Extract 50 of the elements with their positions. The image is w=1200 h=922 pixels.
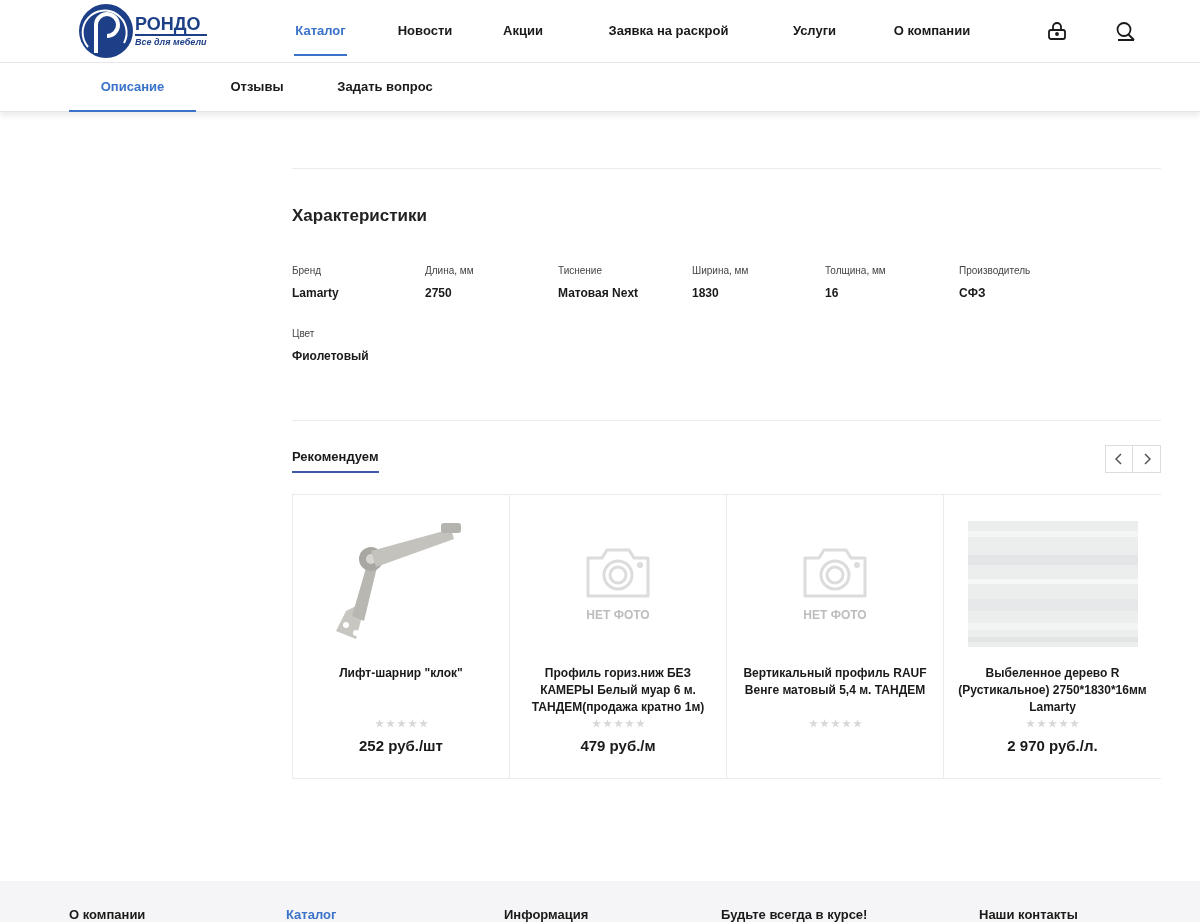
nav-link[interactable]: О компании <box>891 0 973 63</box>
tab[interactable]: Задать вопрос <box>318 63 452 112</box>
product-card[interactable]: НЕТ ФОТО Вертикальный профиль RAUF Венге матовый 5,4 м. ТАНДЕМ <box>727 494 944 778</box>
tab[interactable]: Отзывы <box>196 63 318 112</box>
lock-icon[interactable] <box>1047 21 1067 41</box>
chevron-left-icon <box>1115 452 1123 465</box>
search-icon[interactable] <box>1115 21 1135 41</box>
chevron-right-icon <box>1142 452 1151 465</box>
product-card[interactable]: НЕТ ФОТО Профиль гориз.ниж БЕЗ КАМЕРЫ Белый муар 6 м. ТАНДЕМ(продажа кратно 1м) 479 руб./м <box>510 494 727 778</box>
nav-link[interactable]: Услуги <box>792 0 837 63</box>
tab[interactable]: Описание <box>69 63 196 112</box>
logo-name: РОНДО <box>135 15 207 36</box>
footer-heading: Наши контакты <box>979 907 1079 922</box>
logo-icon <box>78 3 134 59</box>
spec-value: 1830 <box>692 284 720 302</box>
footer-heading[interactable]: Каталог <box>286 907 504 922</box>
product-name[interactable]: Профиль гориз.ниж БЕЗ КАМЕРЫ Белый муар 6 м. ТАНДЕМ(продажа кратно 1м) <box>510 664 726 716</box>
product-price: 2 970 руб./л. <box>1007 735 1098 756</box>
spec-label: Толщина, мм <box>825 263 887 278</box>
no-photo-label: НЕТ ФОТО <box>803 606 867 624</box>
spec-label: Цвет <box>292 326 316 341</box>
product-price: 479 руб./м <box>580 735 656 756</box>
spec-value: Lamarty <box>292 284 340 302</box>
section-title: Рекомендуем <box>292 447 379 473</box>
spec-value: Матовая Next <box>558 284 640 302</box>
product-price: 252 руб./шт <box>359 735 443 756</box>
nav-link[interactable]: Каталог <box>294 0 347 63</box>
product-card[interactable]: Выбеленное дерево R (Рустикальное) 2750*1830*16мм Lamarty 2 970 руб./л. <box>944 494 1161 778</box>
footer-heading: Будьте всегда в курсе! <box>721 907 869 922</box>
spec-value: 2750 <box>425 284 453 302</box>
spec-label: Производитель <box>959 263 1032 278</box>
spec-label: Бренд <box>292 263 323 278</box>
product-name[interactable]: Выбеленное дерево R (Рустикальное) 2750*1830*16мм Lamarty <box>944 664 1161 716</box>
spec-value: СФЗ <box>959 284 987 302</box>
spec-label: Тиснение <box>558 263 603 278</box>
spec-label: Длина, мм <box>425 263 475 278</box>
footer-heading: Информация <box>504 907 590 922</box>
product-card[interactable]: Лифт-шарнир "клок" 252 руб./шт <box>293 494 510 778</box>
spec-value: Фиолетовый <box>292 347 370 365</box>
nav-link[interactable]: Акции <box>501 0 545 63</box>
section-title: Характеристики <box>292 205 428 227</box>
product-name[interactable]: Вертикальный профиль RAUF Венге матовый 5,4 м. ТАНДЕМ <box>727 664 943 716</box>
no-photo-label: НЕТ ФОТО <box>586 606 650 624</box>
logo-tagline: Все для мебели <box>135 38 207 47</box>
spec-label: Ширина, мм <box>692 263 750 278</box>
product-name[interactable]: Лифт-шарнир "клок" <box>329 664 473 716</box>
footer-heading: О компании <box>69 907 147 922</box>
nav-link[interactable]: Новости <box>397 0 453 63</box>
spec-value: 16 <box>825 284 840 302</box>
nav-link[interactable]: Заявка на раскрой <box>606 0 731 63</box>
